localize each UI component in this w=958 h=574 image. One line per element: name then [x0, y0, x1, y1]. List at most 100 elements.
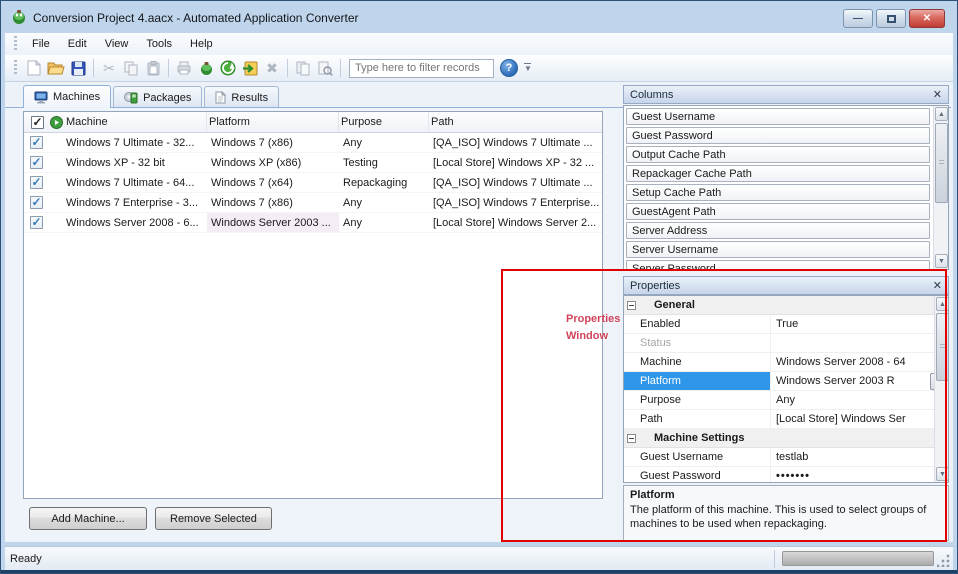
row-checkbox[interactable] [30, 196, 43, 209]
columns-item[interactable]: Server Address [626, 222, 930, 239]
scroll-up-icon[interactable]: ▲ [936, 297, 949, 311]
menu-file[interactable]: File [23, 35, 59, 53]
property-value[interactable]: [Local Store] Windows Ser [771, 410, 948, 428]
row-checkbox[interactable] [30, 136, 43, 149]
property-row[interactable]: Path [Local Store] Windows Ser [624, 410, 948, 429]
property-value[interactable]: testlab [771, 448, 948, 466]
property-row[interactable]: Purpose Any [624, 391, 948, 410]
table-row[interactable]: Windows 7 Enterprise - 3... Windows 7 (x… [24, 193, 602, 213]
property-value[interactable]: True [771, 315, 948, 333]
row-checkbox[interactable] [30, 176, 43, 189]
preview-icon[interactable] [314, 58, 336, 78]
close-button[interactable]: ✕ [909, 9, 945, 28]
minimize-button[interactable]: — [843, 9, 873, 28]
table-row[interactable]: Windows Server 2008 - 6... Windows Serve… [24, 213, 602, 233]
print-icon[interactable] [173, 58, 195, 78]
property-value[interactable]: Any [771, 391, 948, 409]
columns-item[interactable]: Guest Password [626, 127, 930, 144]
collapse-icon[interactable] [627, 434, 636, 443]
close-icon[interactable]: ✕ [933, 279, 942, 292]
property-category[interactable]: Machine Settings [624, 429, 948, 448]
tab-results[interactable]: Results [204, 86, 279, 108]
column-header-machine[interactable]: Machine [64, 112, 207, 132]
column-header-path[interactable]: Path [429, 112, 602, 132]
property-value[interactable]: Windows Server 2003 R [776, 375, 895, 387]
row-checkbox[interactable] [30, 216, 43, 229]
scroll-thumb[interactable] [935, 123, 948, 203]
column-header-purpose[interactable]: Purpose [339, 112, 429, 132]
property-row[interactable]: Machine Windows Server 2008 - 64 [624, 353, 948, 372]
columns-item[interactable]: Guest Username [626, 108, 930, 125]
property-label: Path [624, 410, 771, 428]
menu-grip[interactable] [14, 36, 17, 52]
property-row[interactable]: Guest Username testlab [624, 448, 948, 467]
property-row[interactable]: Enabled True [624, 315, 948, 334]
menu-view[interactable]: View [96, 35, 138, 53]
menu-help[interactable]: Help [181, 35, 222, 53]
remove-selected-button[interactable]: Remove Selected [155, 507, 272, 530]
scroll-up-icon[interactable]: ▲ [935, 107, 948, 121]
add-machine-button[interactable]: Add Machine... [29, 507, 147, 530]
tab-machines-label: Machines [53, 91, 100, 103]
columns-item[interactable]: GuestAgent Path [626, 203, 930, 220]
cut-icon[interactable]: ✂ [98, 58, 120, 78]
columns-scrollbar[interactable]: ▲ ▼ [933, 106, 948, 269]
maximize-button[interactable] [876, 9, 906, 28]
refresh-icon[interactable] [217, 58, 239, 78]
new-document-icon[interactable] [23, 58, 45, 78]
resize-grip[interactable] [937, 554, 950, 567]
columns-item[interactable]: Repackager Cache Path [626, 165, 930, 182]
menu-bar: File Edit View Tools Help [5, 33, 953, 55]
collapse-icon[interactable] [627, 301, 636, 310]
close-icon[interactable]: ✕ [933, 88, 942, 101]
property-value[interactable]: ••••••• [771, 467, 948, 483]
property-row-platform[interactable]: Platform Windows Server 2003 R ▼ [624, 372, 948, 391]
columns-item[interactable]: Setup Cache Path [626, 184, 930, 201]
copy-icon[interactable] [120, 58, 142, 78]
scroll-down-icon[interactable]: ▼ [935, 254, 948, 268]
title-bar[interactable]: Conversion Project 4.aacx - Automated Ap… [5, 5, 953, 31]
tab-machines[interactable]: Machines [23, 85, 111, 108]
convert-icon[interactable] [195, 58, 217, 78]
open-project-icon[interactable] [45, 58, 67, 78]
property-value[interactable]: Windows Server 2008 - 64 [771, 353, 948, 371]
property-label-selected[interactable]: Platform [624, 372, 771, 390]
property-row[interactable]: Guest Password ••••••• [624, 467, 948, 483]
table-row[interactable]: Windows 7 Ultimate - 32... Windows 7 (x8… [24, 133, 602, 153]
table-row[interactable]: Windows XP - 32 bit Windows XP (x86) Tes… [24, 153, 602, 173]
duplicate-icon[interactable] [292, 58, 314, 78]
columns-panel-header[interactable]: Columns ✕ [623, 85, 949, 104]
columns-item[interactable]: Output Cache Path [626, 146, 930, 163]
category-label: General [636, 299, 695, 311]
stop-icon[interactable]: ✖ [261, 58, 283, 78]
cell-platform-selected[interactable]: Windows Server 2003 ... [207, 213, 339, 232]
help-icon[interactable]: ? [500, 59, 518, 77]
property-label: Purpose [624, 391, 771, 409]
tab-packages[interactable]: Packages [113, 86, 202, 108]
columns-item[interactable]: Server Username [626, 241, 930, 258]
paste-icon[interactable] [142, 58, 164, 78]
toolbar-overflow-icon[interactable]: ▼ [524, 63, 532, 74]
scroll-down-icon[interactable]: ▼ [936, 467, 949, 481]
properties-panel-header[interactable]: Properties ✕ [623, 276, 949, 295]
property-row[interactable]: Status [624, 334, 948, 353]
cell-platform: Windows 7 (x86) [207, 197, 339, 209]
column-header-platform[interactable]: Platform [207, 112, 339, 132]
property-category[interactable]: General [624, 296, 948, 315]
row-checkbox[interactable] [30, 156, 43, 169]
toolbar-grip[interactable] [14, 60, 17, 76]
columns-panel-title: Columns [630, 89, 673, 101]
columns-item[interactable]: Server Password [626, 260, 930, 270]
run-export-icon[interactable] [239, 58, 261, 78]
scroll-thumb[interactable] [936, 313, 949, 381]
select-all-checkbox[interactable] [31, 116, 44, 129]
menu-edit[interactable]: Edit [59, 35, 96, 53]
properties-scrollbar[interactable]: ▲ ▼ [934, 296, 949, 482]
filter-input[interactable] [349, 59, 494, 78]
table-row[interactable]: Windows 7 Ultimate - 64... Windows 7 (x6… [24, 173, 602, 193]
machines-list: Machine Platform Purpose Path Windows 7 … [23, 111, 603, 499]
machines-list-header: Machine Platform Purpose Path [24, 112, 602, 133]
status-progress-bar [782, 551, 934, 566]
menu-tools[interactable]: Tools [137, 35, 181, 53]
save-icon[interactable] [67, 58, 89, 78]
